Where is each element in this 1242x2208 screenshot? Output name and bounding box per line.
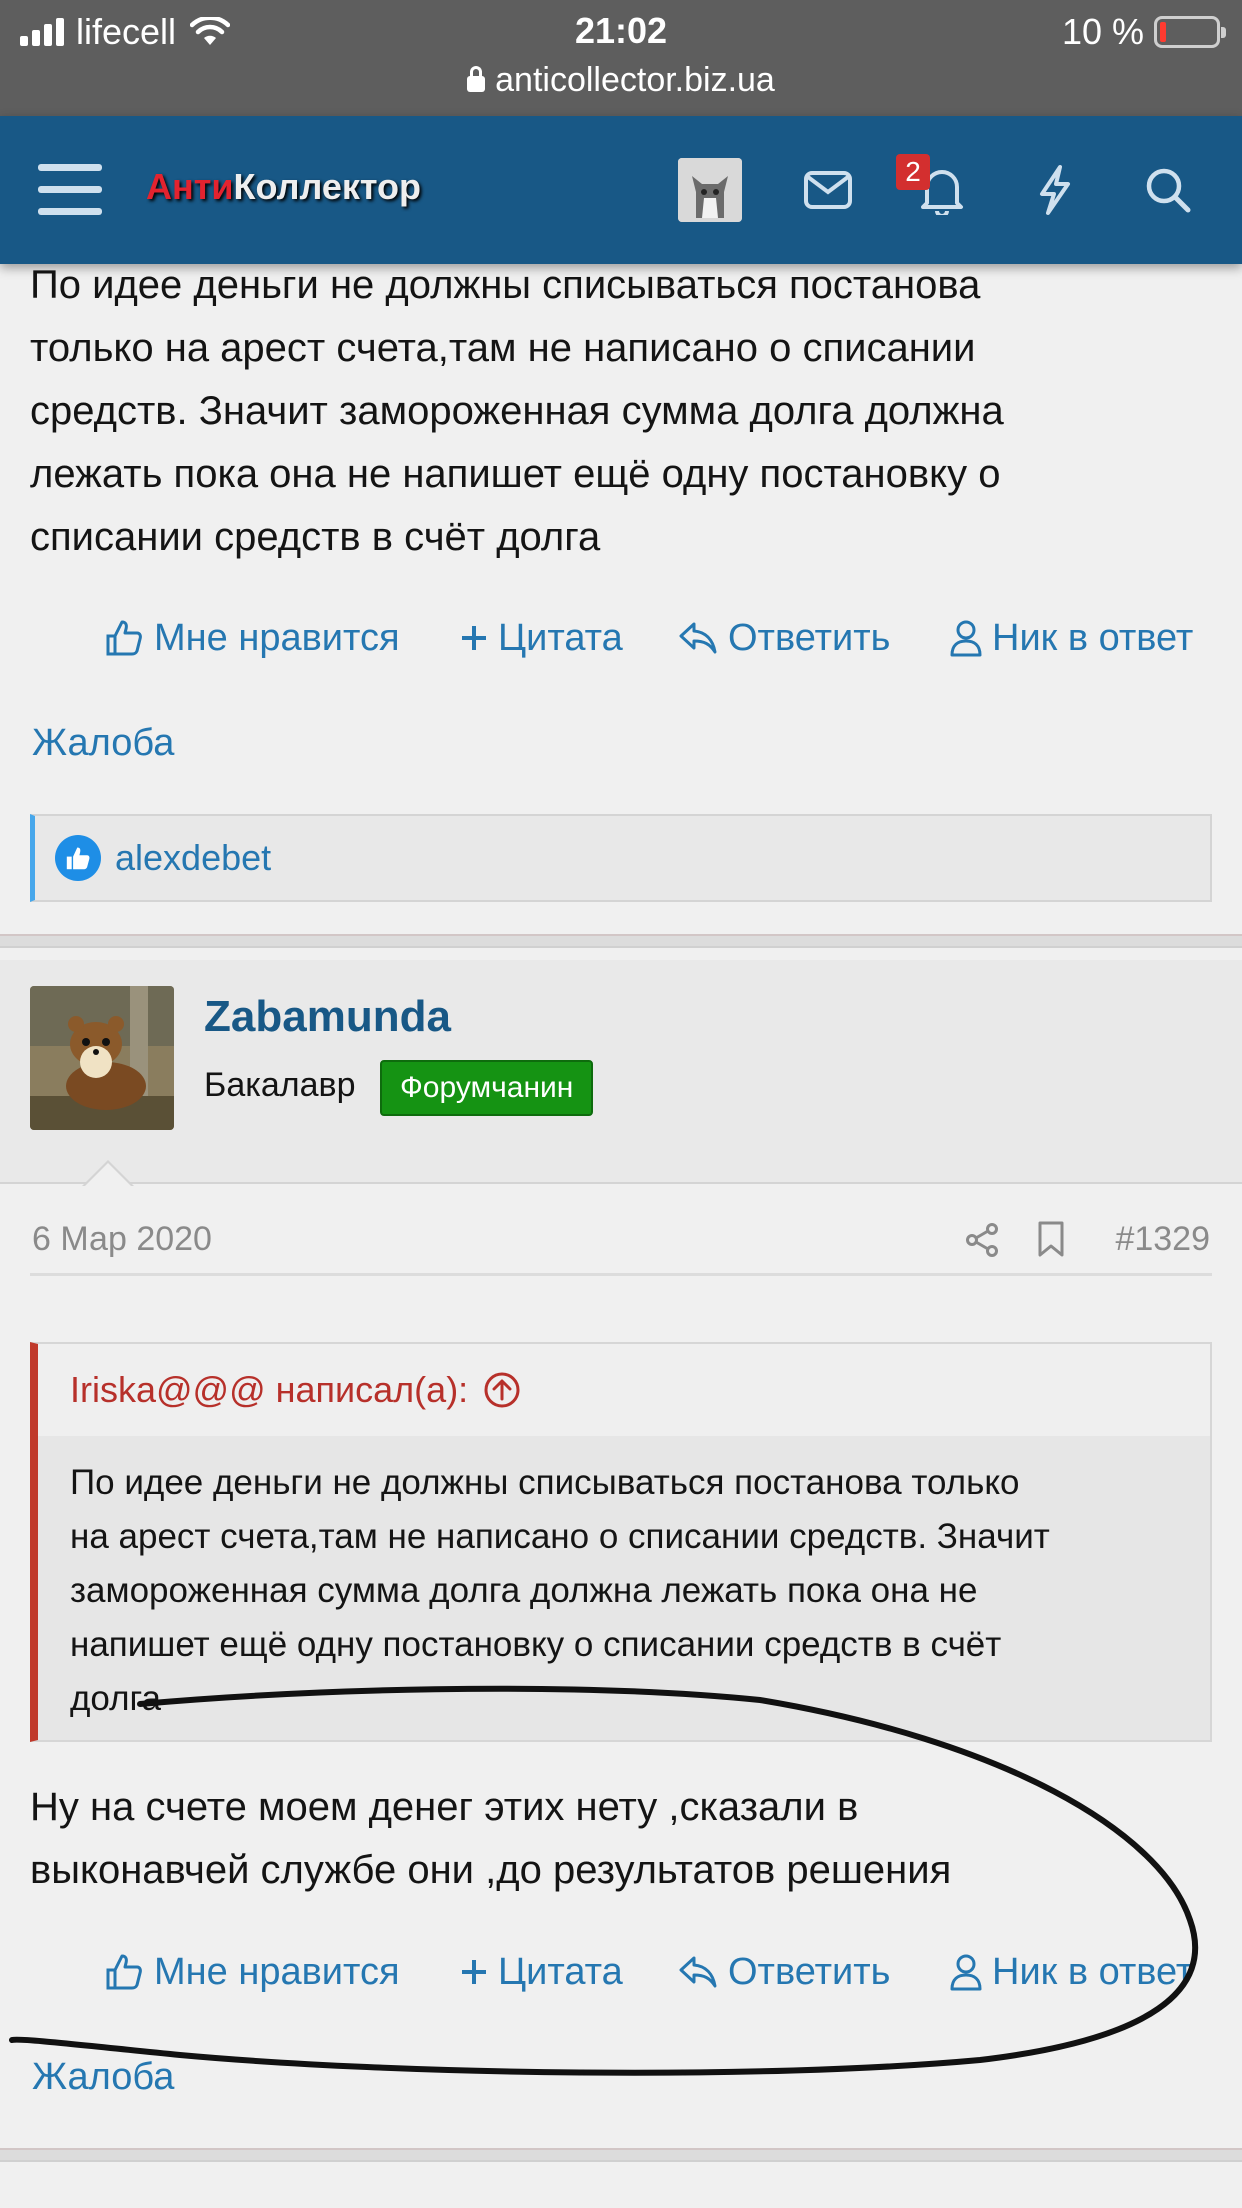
quote-label: Цитата — [498, 616, 623, 659]
like-reaction-icon — [55, 835, 101, 881]
lock-icon — [467, 66, 486, 92]
like-label: Мне нравится — [154, 1950, 400, 1993]
site-header: АнтиКоллектор 2 — [0, 116, 1242, 264]
previous-post-actions: Мне нравится Цитата Ответить Ник в ответ — [0, 608, 1242, 668]
arrow-up-circle-icon[interactable] — [482, 1370, 522, 1410]
share-icon[interactable] — [964, 1222, 1000, 1267]
thumbs-up-icon — [106, 1954, 142, 1990]
user-block-arrow — [82, 1160, 134, 1187]
quote-button[interactable]: Цитата — [460, 1942, 623, 2002]
menu-icon[interactable] — [38, 160, 102, 218]
plus-icon — [462, 626, 486, 650]
text-line: средств. Значит замороженная сумма долга… — [30, 389, 1004, 433]
like-button[interactable]: Мне нравится — [104, 608, 400, 668]
lightning-icon[interactable] — [1022, 158, 1086, 222]
search-icon[interactable] — [1136, 158, 1200, 222]
quote-button[interactable]: Цитата — [460, 608, 623, 668]
previous-post-text: По идее деньги не должны списываться пос… — [30, 254, 1004, 569]
complain-link[interactable]: Жалоба — [32, 722, 174, 765]
status-bar: lifecell 21:02 10 % anticollector.biz.ua — [0, 0, 1242, 116]
clock: 21:02 — [574, 10, 668, 51]
mention-label: Ник в ответ — [992, 616, 1194, 659]
user-icon — [950, 620, 982, 657]
like-button[interactable]: Мне нравится — [104, 1942, 400, 2002]
thumbs-up-icon — [106, 620, 142, 656]
user-icon — [950, 1954, 982, 1991]
address-bar[interactable]: anticollector.biz.ua — [0, 58, 1242, 102]
post-text: Ну на счете моем денег этих нету ,сказал… — [30, 1776, 951, 1902]
reactions-bar: alexdebet — [30, 814, 1212, 902]
site-logo[interactable]: АнтиКоллектор — [146, 166, 421, 208]
mention-button[interactable]: Ник в ответ — [950, 1942, 1193, 2002]
post-meta: 6 Мар 2020 #1329 — [30, 1210, 1212, 1276]
reaction-username[interactable]: alexdebet — [115, 837, 271, 879]
post-divider — [0, 934, 1242, 948]
reply-button[interactable]: Ответить — [678, 608, 890, 668]
text-line: только на арест счета,там не написано о … — [30, 326, 976, 370]
quote-author: Iriska@@@ написал(а): — [70, 1369, 469, 1410]
reply-button[interactable]: Ответить — [678, 1942, 890, 2002]
logo-white-part: Коллектор — [233, 166, 422, 207]
user-rank: Бакалавр — [204, 1066, 356, 1104]
cat-avatar-icon — [678, 158, 742, 222]
post-user-block: Zabamunda Бакалавр Форумчанин — [0, 960, 1242, 1184]
post-divider — [0, 2148, 1242, 2162]
text-line: Ну на счете моем денег этих нету ,сказал… — [30, 1785, 859, 1829]
reply-icon — [679, 1956, 717, 1988]
mail-icon[interactable] — [796, 158, 860, 222]
reply-icon — [679, 622, 717, 654]
user-banner: Форумчанин — [380, 1060, 594, 1116]
post-number[interactable]: #1329 — [1115, 1220, 1210, 1259]
reply-label: Ответить — [728, 1950, 891, 1993]
reply-label: Ответить — [728, 616, 891, 659]
bookmark-icon[interactable] — [1036, 1220, 1066, 1267]
complain-link[interactable]: Жалоба — [32, 2056, 174, 2099]
post-date[interactable]: 6 Мар 2020 — [32, 1220, 212, 1259]
text-line: лежать пока она не напишет ещё одну пост… — [30, 452, 1001, 496]
marten-avatar-icon — [30, 986, 174, 1130]
like-label: Мне нравится — [154, 616, 400, 659]
quote-block: Iriska@@@ написал(а): По идее деньги не … — [30, 1342, 1212, 1742]
user-avatar-button[interactable] — [678, 158, 742, 222]
quote-line: долга — [70, 1679, 162, 1718]
post-username[interactable]: Zabamunda — [204, 992, 451, 1042]
battery-icon — [1154, 16, 1226, 48]
text-line: списании средств в счёт долга — [30, 515, 601, 559]
quote-header[interactable]: Iriska@@@ написал(а): — [38, 1344, 1210, 1436]
url-text: anticollector.biz.ua — [495, 60, 775, 99]
post-actions: Мне нравится Цитата Ответить Ник в ответ — [0, 1942, 1242, 2002]
battery-percent: 10 % — [1061, 11, 1144, 52]
text-line: выконавчей службе они ,до результатов ре… — [30, 1848, 952, 1892]
user-avatar[interactable] — [30, 986, 174, 1130]
plus-icon — [462, 1960, 486, 1984]
quote-line: замороженная сумма долга должна лежать п… — [70, 1571, 978, 1610]
mention-label: Ник в ответ — [992, 1950, 1194, 1993]
quote-body: По идее деньги не должны списываться пос… — [38, 1436, 1210, 1726]
battery-status: 10 % — [1061, 10, 1226, 54]
mention-button[interactable]: Ник в ответ — [950, 608, 1193, 668]
logo-red-part: Анти — [146, 166, 234, 207]
quote-line: По идее деньги не должны списываться пос… — [70, 1463, 1020, 1502]
quote-line: напишет ещё одну постановку о списании с… — [70, 1625, 1002, 1664]
quote-label: Цитата — [498, 1950, 623, 1993]
notification-badge: 2 — [896, 154, 930, 190]
quote-line: на арест счета,там не написано о списани… — [70, 1517, 1050, 1556]
